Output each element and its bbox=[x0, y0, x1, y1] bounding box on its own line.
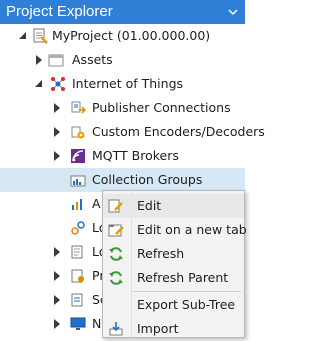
collapsed-arrow-icon[interactable] bbox=[50, 312, 64, 336]
mqtt-icon bbox=[71, 149, 85, 163]
collapsed-arrow-icon[interactable] bbox=[50, 240, 64, 264]
tree-item-label: Assets bbox=[72, 52, 113, 67]
menu-item-label: Export Sub-Tree bbox=[137, 297, 236, 312]
collapsed-arrow-icon[interactable] bbox=[50, 96, 64, 120]
menu-item-label: Refresh Parent bbox=[137, 270, 229, 285]
collapsed-arrow-icon[interactable] bbox=[50, 288, 64, 312]
assets-icon bbox=[48, 54, 64, 67]
context-menu: Edit Edit on a new tab Refresh Refresh P… bbox=[102, 190, 247, 341]
tree-item-label: Custom Encoders/Decoders bbox=[92, 124, 265, 139]
menu-item-export-sub-tree[interactable]: Export Sub-Tree bbox=[103, 293, 244, 317]
tree-item-label: Collection Groups bbox=[92, 172, 203, 187]
menu-item-edit-new-tab[interactable]: Edit on a new tab bbox=[103, 218, 247, 242]
menu-item-edit[interactable]: Edit bbox=[103, 194, 244, 218]
chart-icon bbox=[72, 199, 82, 210]
menu-item-label: Import bbox=[137, 321, 179, 336]
menu-item-label: Edit bbox=[137, 198, 162, 213]
iot-icon bbox=[51, 77, 65, 91]
tree-item-label: Internet of Things bbox=[72, 76, 184, 91]
collapsed-arrow-icon[interactable] bbox=[50, 144, 64, 168]
tree-item-label: MQTT Brokers bbox=[92, 148, 179, 163]
panel-title: Project Explorer bbox=[6, 3, 113, 20]
edit-new-tab-icon bbox=[108, 224, 124, 237]
panel-header: Project Explorer bbox=[0, 0, 245, 24]
tree-item-iot[interactable]: Internet of Things bbox=[0, 72, 245, 96]
tree-item-label: A bbox=[92, 196, 101, 211]
tree-item-publisher-connections[interactable]: Publisher Connections bbox=[0, 96, 245, 120]
tree-item-collection-groups[interactable]: Collection Groups bbox=[0, 168, 245, 192]
import-icon bbox=[109, 322, 123, 336]
menu-item-label: Refresh bbox=[137, 246, 185, 261]
menu-item-refresh[interactable]: Refresh bbox=[103, 242, 244, 266]
collapsed-arrow-icon[interactable] bbox=[50, 264, 64, 288]
refresh-parent-icon bbox=[109, 271, 123, 285]
link-icon bbox=[71, 221, 85, 235]
expanded-arrow-icon[interactable] bbox=[32, 72, 46, 96]
menu-item-label: Edit on a new tab bbox=[137, 222, 247, 237]
script-icon bbox=[71, 293, 83, 307]
encoder-icon bbox=[71, 126, 85, 139]
log-icon bbox=[71, 245, 83, 259]
collapsed-arrow-icon[interactable] bbox=[32, 48, 46, 72]
tree-item-mqtt-brokers[interactable]: MQTT Brokers bbox=[0, 144, 245, 168]
collapsed-arrow-icon[interactable] bbox=[50, 120, 64, 144]
refresh-icon bbox=[109, 247, 123, 261]
process-icon bbox=[71, 269, 84, 283]
pin-icon[interactable] bbox=[227, 6, 239, 18]
tree-item-label: Publisher Connections bbox=[92, 100, 231, 115]
collection-groups-icon bbox=[70, 175, 86, 187]
tree-item-label: N bbox=[92, 316, 102, 331]
tree-item-custom-encoders[interactable]: Custom Encoders/Decoders bbox=[0, 120, 265, 144]
tree-item-assets[interactable]: Assets bbox=[0, 48, 245, 72]
menu-item-refresh-parent[interactable]: Refresh Parent bbox=[103, 266, 244, 290]
tree-item-label: MyProject (01.00.000.00) bbox=[52, 28, 211, 43]
edit-icon bbox=[108, 199, 123, 213]
menu-separator bbox=[133, 291, 241, 292]
expanded-arrow-icon[interactable] bbox=[16, 24, 30, 48]
tree-item-project[interactable]: MyProject (01.00.000.00) bbox=[0, 24, 245, 48]
publisher-icon bbox=[71, 101, 86, 114]
monitor-icon bbox=[70, 317, 86, 330]
project-icon bbox=[33, 28, 48, 44]
menu-item-import[interactable]: Import bbox=[103, 317, 244, 341]
